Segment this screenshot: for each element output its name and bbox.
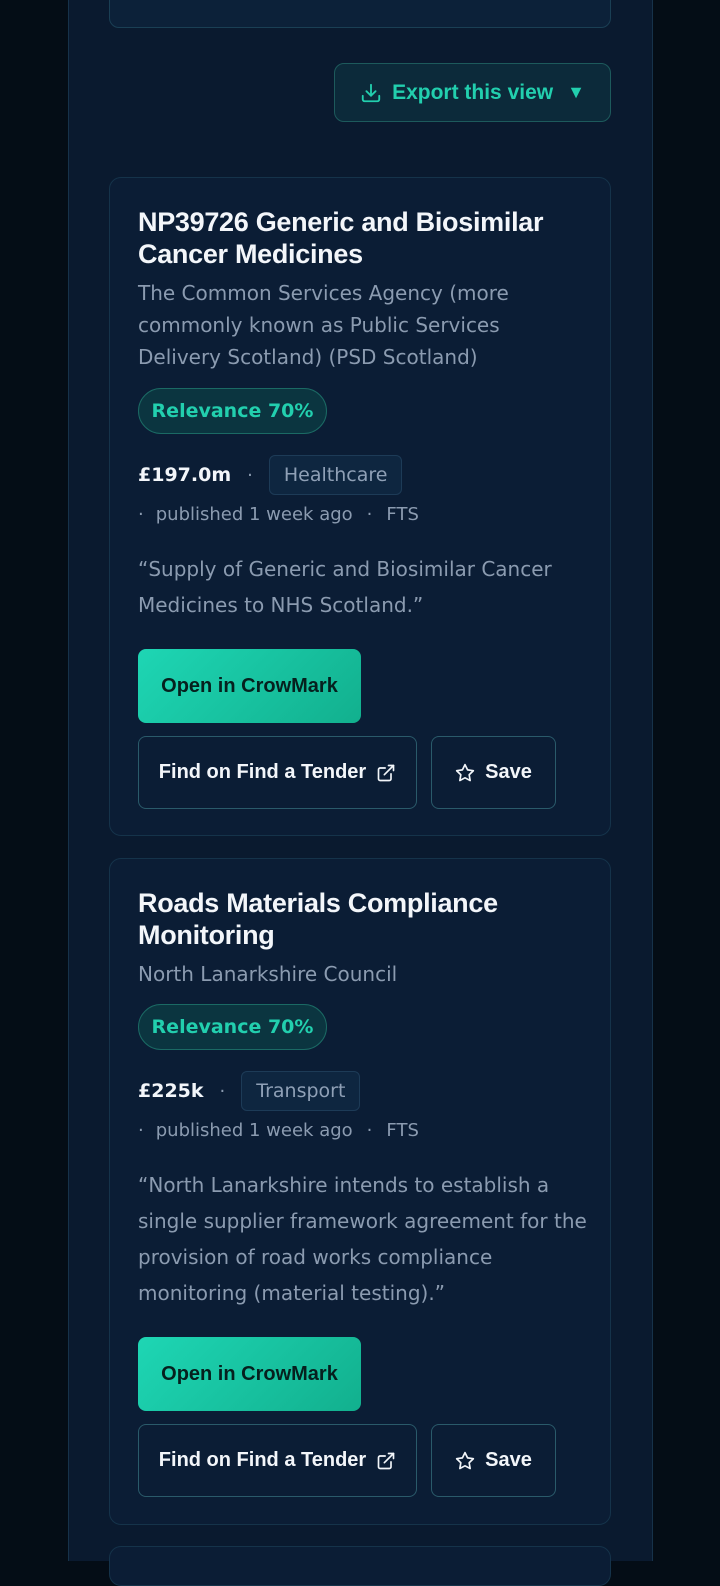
source-label: FTS bbox=[386, 504, 419, 525]
result-summary: “North Lanarkshire intends to establish … bbox=[138, 1173, 587, 1305]
publish-meta: · published 1 week ago · FTS bbox=[138, 504, 419, 525]
find-on-find-a-tender-label: Find on Find a Tender bbox=[158, 761, 367, 783]
result-buyer: The Common Services Agency (more commonl… bbox=[138, 281, 509, 369]
star-icon bbox=[455, 1451, 475, 1471]
download-icon bbox=[360, 82, 382, 104]
open-in-crowmark-button[interactable]: Open in CrowMark bbox=[138, 649, 361, 723]
result-card: NP39726 Generic and Biosimilar Cancer Me… bbox=[109, 177, 611, 836]
external-link-icon bbox=[376, 1451, 396, 1471]
separator-dot: · bbox=[138, 1120, 144, 1141]
sector-tag: Healthcare bbox=[268, 455, 403, 495]
export-view-button[interactable]: Export this view ▼ bbox=[334, 63, 611, 122]
relevance-badge: Relevance 70% bbox=[138, 1004, 327, 1050]
result-title[interactable]: NP39726 Generic and Biosimilar Cancer Me… bbox=[138, 206, 578, 270]
separator-dot: · bbox=[247, 464, 253, 486]
separator-dot: · bbox=[366, 1120, 373, 1141]
find-on-find-a-tender-button[interactable]: Find on Find a Tender bbox=[138, 736, 417, 809]
contract-value: £197.0m bbox=[138, 464, 232, 486]
separator-dot: · bbox=[366, 504, 373, 525]
save-label: Save bbox=[485, 761, 532, 783]
source-label: FTS bbox=[386, 1120, 419, 1141]
result-buyer: North Lanarkshire Council bbox=[138, 962, 398, 986]
star-icon bbox=[455, 763, 475, 783]
result-summary: “Supply of Generic and Biosimilar Cancer… bbox=[138, 557, 552, 617]
relevance-badge: Relevance 70% bbox=[138, 388, 327, 434]
find-on-find-a-tender-label: Find on Find a Tender bbox=[158, 1449, 367, 1471]
result-card: Roads Materials Compliance Monitoring No… bbox=[109, 858, 611, 1525]
result-title[interactable]: Roads Materials Compliance Monitoring bbox=[138, 887, 578, 951]
sector-tag: Transport bbox=[241, 1071, 361, 1111]
find-on-find-a-tender-button[interactable]: Find on Find a Tender bbox=[138, 1424, 417, 1497]
save-label: Save bbox=[485, 1449, 532, 1471]
open-in-crowmark-button[interactable]: Open in CrowMark bbox=[138, 1337, 361, 1411]
save-button[interactable]: Save bbox=[431, 736, 556, 809]
contract-value: £225k bbox=[138, 1080, 204, 1102]
published-date: published 1 week ago bbox=[155, 504, 353, 525]
separator-dot: · bbox=[138, 504, 144, 525]
external-link-icon bbox=[376, 763, 396, 783]
publish-meta: · published 1 week ago · FTS bbox=[138, 1120, 419, 1141]
previous-result-card bbox=[109, 0, 611, 28]
next-result-card bbox=[109, 1546, 611, 1586]
separator-dot: · bbox=[219, 1080, 226, 1102]
export-view-label: Export this view bbox=[392, 80, 554, 104]
result-meta: £225k · Transport bbox=[138, 1071, 361, 1111]
published-date: published 1 week ago bbox=[155, 1120, 353, 1141]
caret-down-icon: ▼ bbox=[567, 82, 585, 102]
save-button[interactable]: Save bbox=[431, 1424, 556, 1497]
result-meta: £197.0m · Healthcare bbox=[138, 455, 403, 495]
